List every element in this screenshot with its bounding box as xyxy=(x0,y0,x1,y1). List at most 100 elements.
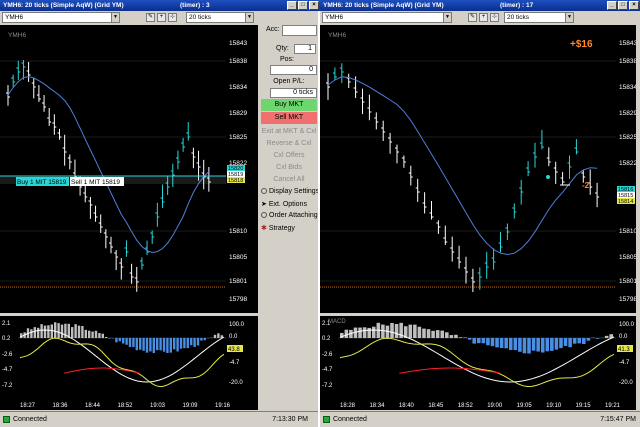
macd-indicator-panel[interactable]: MACD 100.0 0.0 -20.0 41.3 -4.7 2.1 0.2 -2.6 -4.7 -… xyxy=(320,316,636,398)
zoom-icon[interactable]: + xyxy=(157,13,166,22)
moving-average-line xyxy=(7,76,210,254)
time-tick-label: 19:05 xyxy=(517,403,533,409)
time-tick-label: 18:44 xyxy=(85,403,101,409)
price-tick-label: 15843 xyxy=(619,40,636,47)
zoom-icon[interactable]: + xyxy=(479,13,488,22)
account-select[interactable] xyxy=(282,25,317,36)
histogram-bar xyxy=(527,338,531,354)
price-chart[interactable]: YMH6 15843 15838 15834 15829 15825 15822 15810 1… xyxy=(0,25,258,313)
interval-combo[interactable]: 20 ticks ▼ xyxy=(504,12,574,23)
histogram-bar xyxy=(518,338,522,352)
histogram-bar xyxy=(577,338,582,344)
histogram-bar xyxy=(508,338,513,351)
ext-options-option[interactable]: ➤ Ext. Options xyxy=(261,200,307,208)
qty-field[interactable]: 1 xyxy=(294,44,316,54)
time-tick-label: 18:45 xyxy=(428,403,444,409)
signal-line xyxy=(339,337,615,388)
histogram-bar xyxy=(431,330,435,338)
histogram-bar xyxy=(344,329,349,338)
histogram-bar xyxy=(159,338,162,351)
symbol-combo[interactable]: YMH6 ▼ xyxy=(322,12,452,23)
crosshair-icon[interactable]: ⊹ xyxy=(168,13,177,22)
macd-indicator-panel[interactable]: 100.0 0.0 -20.0 43.8 -4.7 2.1 0.2 -2.6 -4.7 -7.2 xyxy=(0,316,258,398)
exit-mkt-cxl-button[interactable]: Exit at MKT & Cxl xyxy=(261,126,317,138)
draw-tool-icon[interactable]: ✎ xyxy=(468,13,477,22)
histogram-bar xyxy=(166,338,169,353)
crosshair-icon[interactable]: ⊹ xyxy=(490,13,499,22)
chevron-down-icon[interactable]: ▼ xyxy=(565,13,573,22)
open-pl-label: Open P/L: xyxy=(273,78,305,85)
histogram-bar xyxy=(604,335,609,338)
chevron-down-icon[interactable]: ▼ xyxy=(245,13,253,22)
cxl-offers-button[interactable]: Cxl Offers xyxy=(261,150,317,162)
histogram-bar xyxy=(118,338,121,342)
price-tick-label: 15805 xyxy=(619,254,636,261)
display-settings-option[interactable]: Display Settings xyxy=(261,188,319,195)
strategy-icon: ✱ xyxy=(261,225,269,232)
order-attaching-option[interactable]: Order Attaching xyxy=(261,212,318,219)
time-tick-label: 19:15 xyxy=(576,403,592,409)
close-icon[interactable]: × xyxy=(629,1,639,10)
histogram-bar xyxy=(371,326,376,338)
histogram-bar xyxy=(57,323,60,338)
minimize-icon[interactable]: _ xyxy=(287,1,297,10)
macd-indicator-svg: 100.0 0.0 -20.0 43.8 -4.7 2.1 0.2 -2.6 -4.7 -7.2 xyxy=(2,321,245,389)
strategy-option[interactable]: ✱ Strategy xyxy=(261,224,295,232)
time-tick-label: 18:52 xyxy=(118,403,134,409)
histogram-bar xyxy=(568,338,572,348)
reverse-cxl-button[interactable]: Reverse & Cxl xyxy=(261,138,317,150)
time-tick-label: 19:10 xyxy=(546,403,562,409)
symbol-combo[interactable]: YMH6 ▼ xyxy=(2,12,120,23)
histogram-bar xyxy=(179,338,183,349)
draw-tool-icon[interactable]: ✎ xyxy=(146,13,155,22)
price-highlight-label: 15814 xyxy=(618,199,633,205)
histogram-bar xyxy=(435,330,440,338)
moving-average-line xyxy=(327,76,598,256)
time-tick-label: 19:09 xyxy=(183,403,199,409)
time-tick-label: 18:27 xyxy=(20,403,36,409)
chevron-down-icon[interactable]: ▼ xyxy=(443,13,451,22)
window-title-bar[interactable]: YMH6: 20 ticks (Simple AqW) (Grid YM) (t… xyxy=(320,0,640,11)
histogram-bar xyxy=(203,338,206,341)
histogram-bar xyxy=(362,327,367,338)
maximize-icon[interactable]: □ xyxy=(618,1,628,10)
cancel-all-button[interactable]: Cancel All xyxy=(261,174,317,186)
time-tick-label: 19:03 xyxy=(150,403,166,409)
indicator-value: -4.7 xyxy=(229,360,240,366)
histogram-bar xyxy=(108,338,111,339)
histogram-bar xyxy=(417,326,422,338)
price-highlight-label: 15818 xyxy=(228,178,243,184)
minimize-icon[interactable]: _ xyxy=(607,1,617,10)
price-chart[interactable]: YMH6 15843 15838 15834 15829 15825 15822 15810 1… xyxy=(320,25,636,313)
entry-dot xyxy=(546,175,550,179)
sell-mkt-button[interactable]: Sell MKT xyxy=(261,112,317,124)
indicator-scale-label: -20.0 xyxy=(229,380,243,386)
histogram-bar xyxy=(91,331,94,338)
connection-status: Connected xyxy=(333,416,367,423)
histogram-bar xyxy=(531,338,536,351)
histogram-bar xyxy=(193,338,196,347)
interval-combo[interactable]: 20 ticks ▼ xyxy=(186,12,254,23)
maximize-icon[interactable]: □ xyxy=(298,1,308,10)
position-marker: -2 xyxy=(582,181,590,190)
close-icon[interactable]: × xyxy=(309,1,319,10)
histogram-bar xyxy=(43,325,47,338)
indicator-left-label: 2.1 xyxy=(322,321,331,327)
timer-label: (timer) : 17 xyxy=(500,2,534,9)
histogram-bar xyxy=(481,338,486,344)
chevron-down-icon[interactable]: ▼ xyxy=(111,13,119,22)
histogram-bar xyxy=(105,336,108,338)
buy-mkt-button[interactable]: Buy MKT xyxy=(261,99,317,111)
indicator-scale-label: 0.0 xyxy=(229,334,238,340)
histogram-bar xyxy=(495,338,499,348)
pnl-label: +$16 xyxy=(570,39,593,50)
histogram-bar xyxy=(572,338,577,344)
window-title-bar[interactable]: YMH6: 20 ticks (Simple AqW) (Grid YM) (t… xyxy=(0,0,320,11)
cxl-bids-button[interactable]: Cxl Bids xyxy=(261,162,317,174)
price-tick-label: 15805 xyxy=(229,254,247,261)
time-tick-label: 18:34 xyxy=(369,403,385,409)
histogram-bar xyxy=(440,330,445,338)
histogram-bar xyxy=(595,338,600,339)
histogram-bar xyxy=(122,338,125,344)
histogram-bar xyxy=(40,324,43,338)
